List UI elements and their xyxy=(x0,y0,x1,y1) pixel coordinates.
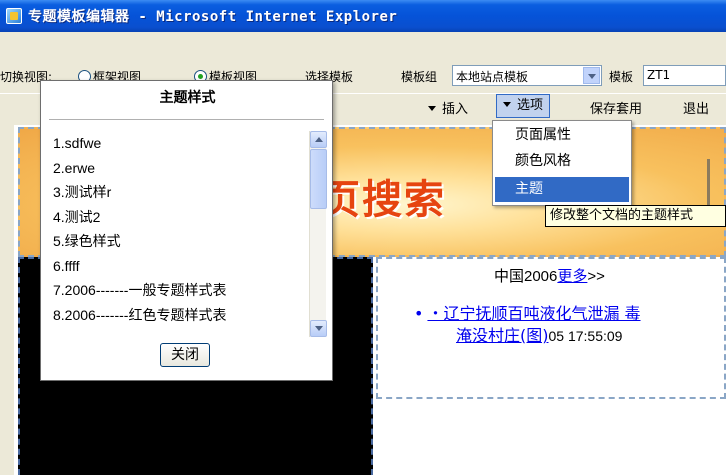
template-input[interactable]: ZT1 xyxy=(643,65,726,86)
bullet-icon: • xyxy=(414,304,424,323)
close-button[interactable]: 关闭 xyxy=(160,343,210,367)
news-item-link-2[interactable]: 淹没村庄(图) xyxy=(456,326,549,345)
dialog-divider xyxy=(49,119,324,120)
options-dropdown-menu: 页面属性 颜色风格 主题 xyxy=(492,120,632,206)
menu-item-page-properties[interactable]: 页面属性 xyxy=(495,123,629,148)
scroll-thumb[interactable] xyxy=(310,149,327,209)
news-heading: 中国2006更多>> xyxy=(494,265,605,286)
theme-list-item[interactable]: 5.绿色样式 xyxy=(49,229,317,254)
dropdown-arrow-icon xyxy=(428,106,436,111)
theme-list-item[interactable]: 8.2006-------红色专题样式表 xyxy=(49,303,317,328)
news-item-continued: 淹没村庄(图)05 17:55:09 xyxy=(456,325,622,347)
template-group-value: 本地站点模板 xyxy=(456,70,529,84)
news-item[interactable]: • ・辽宁抚顺百吨液化气泄漏 毒 xyxy=(414,303,641,325)
theme-list-item[interactable]: 7.2006-------一般专题样式表 xyxy=(49,278,317,303)
theme-list-item[interactable]: 3.测试样r xyxy=(49,180,317,205)
options-menu-button[interactable]: 选项 xyxy=(496,94,551,118)
theme-list[interactable]: 1.sdfwe 2.erwe 3.测试样r 4.测试2 5.绿色样式 6.fff… xyxy=(49,131,317,331)
template-group-label: 模板组 xyxy=(401,70,438,84)
theme-list-item[interactable]: 2.erwe xyxy=(49,156,317,181)
news-heading-prefix: 中国2006 xyxy=(494,268,558,285)
exit-button[interactable]: 退出 xyxy=(683,98,709,117)
window-titlebar[interactable]: 专题模板编辑器 - Microsoft Internet Explorer xyxy=(0,0,726,32)
theme-list-scrollbar[interactable] xyxy=(309,131,327,337)
scroll-up-icon[interactable] xyxy=(310,131,327,148)
news-region[interactable]: 中国2006更多>> • ・辽宁抚顺百吨液化气泄漏 毒 淹没村庄(图)05 17:… xyxy=(376,257,726,399)
theme-list-item[interactable]: 1.sdfwe xyxy=(49,131,317,156)
banner-text: 页搜索 xyxy=(320,176,446,223)
dropdown-arrow-icon xyxy=(503,102,511,107)
theme-list-item[interactable]: 4.测试2 xyxy=(49,205,317,230)
menu-item-color-style[interactable]: 颜色风格 xyxy=(495,149,629,174)
save-apply-button[interactable]: 保存套用 xyxy=(590,98,642,117)
insert-menu-button[interactable]: 插入 xyxy=(428,98,468,117)
menu-item-theme[interactable]: 主题 xyxy=(495,177,629,202)
window-title: 专题模板编辑器 - Microsoft Internet Explorer xyxy=(28,9,398,25)
dialog-title: 主题样式 xyxy=(159,90,216,106)
news-item-date: 05 17:55:09 xyxy=(548,328,623,344)
news-heading-suffix: >> xyxy=(587,268,605,285)
ie-app-icon xyxy=(6,8,22,24)
news-item-link[interactable]: ・辽宁抚顺百吨液化气泄漏 毒 xyxy=(427,304,640,323)
chevron-down-icon[interactable] xyxy=(583,67,600,84)
scroll-down-icon[interactable] xyxy=(310,320,327,337)
more-link[interactable]: 更多 xyxy=(557,268,587,285)
menu-tooltip: 修改整个文档的主题样式 xyxy=(545,205,726,227)
theme-list-item[interactable]: 6.ffff xyxy=(49,254,317,279)
theme-style-dialog: 主题样式 1.sdfwe 2.erwe 3.测试样r 4.测试2 5.绿色样式 … xyxy=(40,80,333,381)
insert-label: 插入 xyxy=(442,102,469,117)
template-label: 模板 xyxy=(609,70,634,84)
template-group-select[interactable]: 本地站点模板 xyxy=(452,65,602,86)
banner-decoration xyxy=(660,159,710,209)
options-label: 选项 xyxy=(517,98,544,113)
